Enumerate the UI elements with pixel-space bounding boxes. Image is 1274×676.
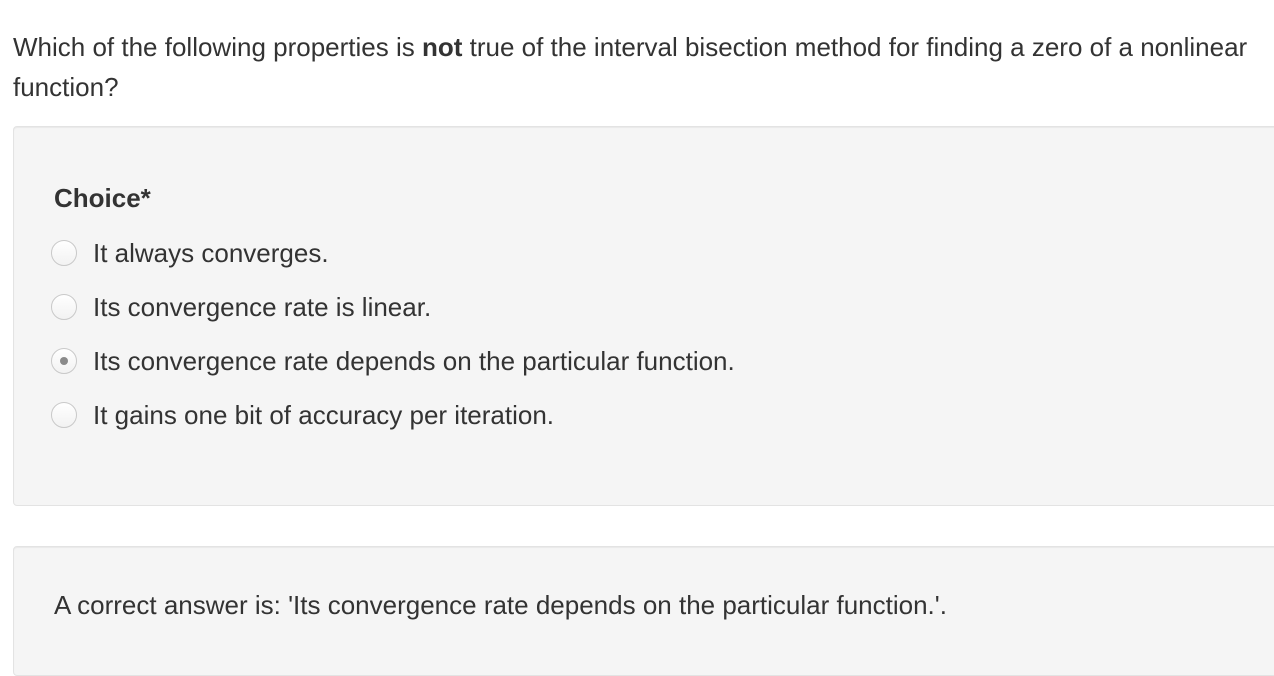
option-linear-rate[interactable]: Its convergence rate is linear. bbox=[51, 291, 431, 323]
question-prefix: Which of the following properties is bbox=[13, 32, 422, 62]
option-label: It gains one bit of accuracy per iterati… bbox=[93, 399, 555, 430]
radio-button[interactable] bbox=[51, 402, 77, 428]
feedback-panel: A correct answer is: 'Its convergence ra… bbox=[13, 546, 1274, 676]
radio-button-selected[interactable] bbox=[51, 348, 77, 374]
option-always-converges[interactable]: It always converges. bbox=[51, 237, 329, 269]
choices-panel: Choice* It always converges. Its converg… bbox=[13, 126, 1274, 506]
radio-button[interactable] bbox=[51, 240, 77, 266]
option-label: Its convergence rate depends on the part… bbox=[93, 345, 735, 376]
correct-answer-text: A correct answer is: 'Its convergence ra… bbox=[54, 590, 947, 620]
option-rate-depends[interactable]: Its convergence rate depends on the part… bbox=[51, 345, 735, 377]
option-one-bit-per-iteration[interactable]: It gains one bit of accuracy per iterati… bbox=[51, 399, 554, 431]
option-label: It always converges. bbox=[93, 237, 329, 268]
option-label: Its convergence rate is linear. bbox=[93, 291, 432, 322]
question-emphasis: not bbox=[421, 32, 463, 62]
question-text: Which of the following properties is not… bbox=[13, 27, 1263, 107]
radio-button[interactable] bbox=[51, 294, 77, 320]
choice-field-label: Choice* bbox=[54, 183, 151, 213]
radio-dot-icon bbox=[60, 357, 68, 365]
